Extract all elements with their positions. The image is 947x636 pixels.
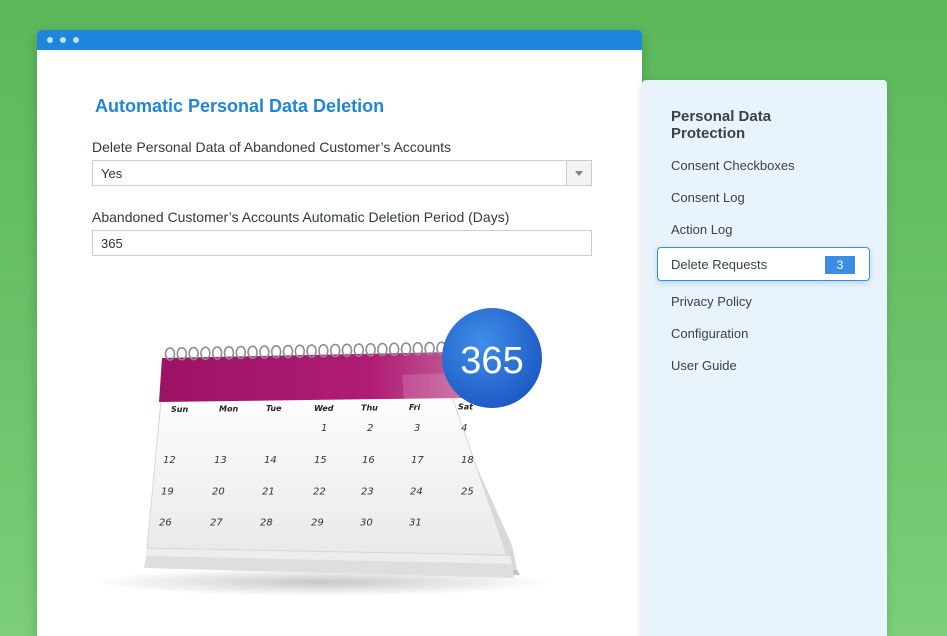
calendar-date: 29	[311, 518, 324, 529]
calendar-date: 30	[360, 518, 373, 529]
days-badge-value: 365	[460, 340, 523, 382]
page-title: Automatic Personal Data Deletion	[95, 96, 385, 116]
calendar-date: 14	[264, 455, 277, 466]
sidebar: Personal Data Protection Consent Checkbo…	[642, 80, 887, 636]
sidebar-item-user-guide[interactable]: User Guide	[671, 358, 737, 373]
delete-data-select-value: Yes	[101, 166, 123, 181]
calendar-day-name: Thu	[361, 403, 378, 412]
calendar-day-name: Tue	[266, 404, 282, 413]
calendar-date: 3	[414, 423, 420, 434]
window-titlebar	[37, 30, 642, 50]
delete-requests-count-badge: 3	[825, 256, 855, 274]
calendar-date: 15	[314, 455, 327, 466]
sidebar-item-label: Delete Requests	[671, 257, 768, 272]
window-dot-icon	[73, 37, 79, 43]
sidebar-title: Personal Data Protection	[671, 108, 772, 142]
calendar-date: 4	[461, 423, 467, 434]
sidebar-item-consent-checkboxes[interactable]: Consent Checkboxes	[671, 158, 795, 173]
deletion-period-input[interactable]	[92, 230, 592, 256]
calendar-date: 18	[461, 455, 474, 466]
sidebar-item-consent-log[interactable]: Consent Log	[671, 190, 745, 205]
calendar-graphic: Sun Mon Tue Wed Thu Fri Sat 1 2 3 412 13 14 15 16 17 18…	[92, 308, 552, 596]
main-window: Automatic Personal Data Deletion Delete …	[37, 30, 642, 636]
calendar-date: 26	[159, 518, 172, 529]
sidebar-item-configuration[interactable]: Configuration	[671, 326, 748, 341]
calendar-date: 22	[313, 486, 326, 497]
calendar-date: 12	[163, 455, 176, 466]
calendar-day-name: Sat	[458, 403, 474, 412]
calendar-date: 28	[260, 518, 273, 529]
sidebar-item-privacy-policy[interactable]: Privacy Policy	[671, 294, 752, 309]
deletion-period-label: Abandoned Customer’s Accounts Automatic …	[92, 209, 510, 225]
calendar-day-name: Fri	[409, 403, 421, 412]
calendar-date: 31	[409, 518, 422, 529]
calendar-date: 2	[367, 423, 373, 434]
calendar-day-name: Wed	[314, 404, 334, 413]
calendar-date: 19	[161, 486, 174, 497]
calendar-date: 23	[361, 486, 374, 497]
calendar-date: 21	[262, 486, 275, 497]
calendar-date: 27	[210, 518, 223, 529]
sidebar-item-action-log[interactable]: Action Log	[671, 222, 732, 237]
calendar-date: 17	[411, 455, 424, 466]
calendar-date: 25	[461, 486, 474, 497]
calendar-date: 1	[321, 423, 327, 434]
calendar-illustration: Sun Mon Tue Wed Thu Fri Sat 1 2 3 4 12 13 14 15 16 17 18…	[92, 300, 562, 600]
chevron-down-icon[interactable]	[566, 161, 591, 185]
delete-data-select[interactable]: Yes	[92, 160, 592, 186]
calendar-date: 24	[410, 486, 423, 497]
window-dot-icon	[60, 37, 66, 43]
window-dot-icon	[47, 37, 53, 43]
delete-data-label: Delete Personal Data of Abandoned Custom…	[92, 139, 452, 155]
calendar-day-name: Mon	[219, 405, 238, 414]
calendar-day-name: Sun	[171, 405, 188, 414]
sidebar-item-delete-requests[interactable]: Delete Requests 3	[657, 247, 870, 281]
calendar-date: 16	[362, 455, 375, 466]
calendar-date: 20	[212, 486, 225, 497]
calendar-date: 13	[214, 455, 227, 466]
